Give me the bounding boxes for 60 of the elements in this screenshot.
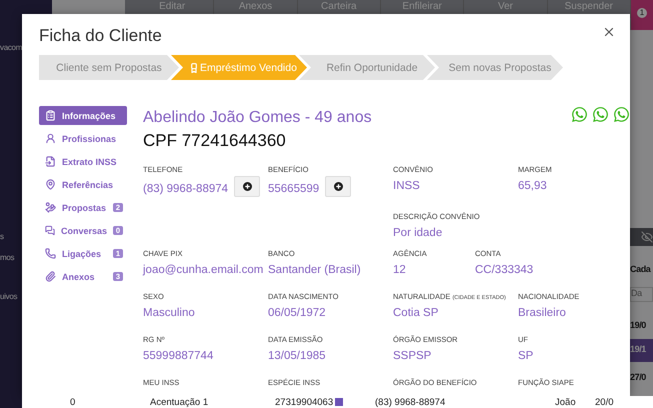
menu-item[interactable]: Extrato INSS: [39, 152, 127, 171]
field-value: SP: [518, 350, 534, 362]
close-button[interactable]: [602, 25, 616, 39]
pipeline-step[interactable]: Refin Oportunidade: [299, 55, 435, 80]
table-text: 27/0: [630, 372, 647, 384]
table-cell-text: 20/0: [595, 396, 614, 408]
table-cell-text: João: [555, 396, 577, 408]
eye-off-icon: [641, 231, 653, 243]
menu-item[interactable]: Profissionas: [39, 129, 127, 148]
add-button[interactable]: [325, 176, 352, 197]
ribbon-icon: [191, 62, 198, 72]
map-pin-icon: [45, 179, 56, 190]
field-value: Santander (Brasil): [268, 264, 361, 276]
file-import-icon: [45, 156, 56, 167]
chat-icon: [45, 225, 55, 236]
plus-circle-icon: [334, 182, 343, 191]
whatsapp-icon[interactable]: [613, 106, 630, 123]
field-value: 12: [393, 264, 406, 276]
field-value: Brasileiro: [518, 307, 566, 319]
field-value: (83) 9968-88974: [143, 182, 228, 194]
client-name: Abelindo João Gomes - 49 anos: [143, 109, 372, 127]
field-value: 55665599: [268, 182, 320, 194]
field-value: 65,93: [518, 180, 547, 192]
table-text: 19/0: [630, 320, 647, 332]
hand-coins-icon: [45, 202, 56, 213]
tag-icon: [335, 398, 344, 406]
phone-icon: [45, 248, 56, 259]
modal-title: Ficha do Cliente: [39, 26, 162, 46]
clipboard-icon: [45, 110, 56, 121]
table-cell: 27319904063: [275, 396, 375, 408]
notification-badge: 1: [637, 8, 647, 18]
field-value: Masculino: [143, 307, 195, 319]
table-text: 19/1: [630, 339, 653, 362]
table-cell-text: 0: [69, 396, 76, 408]
table-cell-text: Acentuação 1: [150, 396, 210, 408]
field-value: joao@cunha.email.com: [143, 264, 264, 276]
plus-circle-icon: [242, 182, 252, 191]
field-value: Cotia SP: [393, 307, 438, 319]
pipeline-step[interactable]: Sem novas Propostas: [427, 55, 563, 80]
table-text: Da: [630, 287, 653, 302]
field-value: 13/05/1985: [268, 350, 326, 362]
menu-item[interactable]: Informações: [39, 106, 127, 125]
whatsapp-icon[interactable]: [571, 106, 588, 123]
add-button[interactable]: [234, 176, 260, 197]
field-value: Por idade: [393, 227, 442, 239]
pipeline-step[interactable]: Cliente sem Propostas: [39, 55, 179, 80]
close-icon: [602, 25, 616, 39]
client-cpf: CPF 77241644360: [143, 131, 287, 151]
paperclip-icon: [45, 271, 56, 282]
field-value: SSPSP: [393, 350, 432, 362]
field-value: INSS: [393, 180, 420, 192]
table-cell-text: (83) 9968-88974: [375, 396, 446, 408]
person-icon: [45, 133, 56, 144]
hide-button[interactable]: [630, 228, 653, 246]
whatsapp-icon[interactable]: [592, 106, 609, 123]
field-value: 06/05/1972: [268, 307, 326, 319]
field-value: 55999887744: [143, 350, 214, 362]
table-text: Cada: [630, 264, 652, 276]
menu-item[interactable]: Referências: [39, 175, 127, 194]
field-value: CC/333343: [475, 264, 534, 276]
